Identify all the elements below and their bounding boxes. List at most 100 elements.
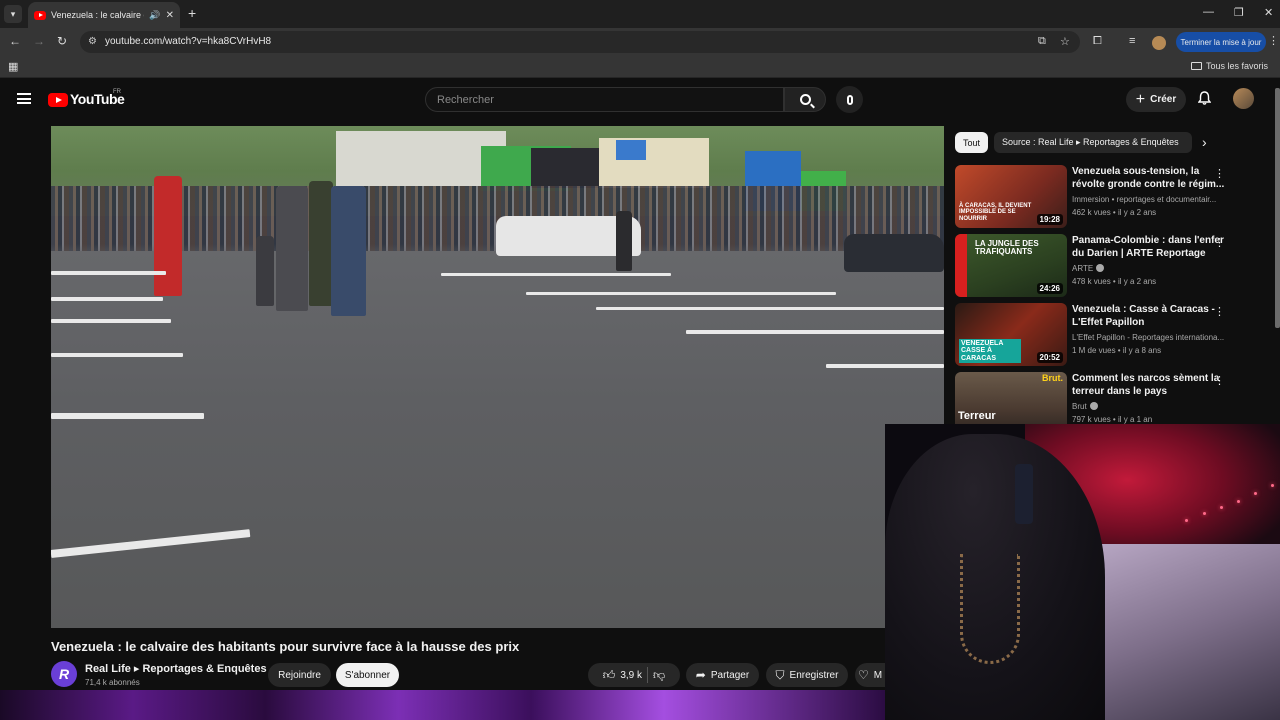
create-label: Créer	[1150, 94, 1177, 105]
thumbnail-caption: Terreur	[958, 410, 996, 422]
verified-icon	[1089, 402, 1098, 410]
like-count[interactable]: 3,9 k	[620, 670, 642, 681]
update-button[interactable]: Terminer la mise à jour	[1176, 32, 1266, 52]
recommendation-channel[interactable]: Brut	[1072, 402, 1228, 411]
channel-name[interactable]: Real Life ▸ Reportages & Enquêtes	[85, 662, 267, 675]
minimize-icon[interactable]: —	[1203, 6, 1214, 18]
youtube-favicon-icon	[34, 10, 46, 20]
more-options-icon[interactable]: ⋮	[1214, 236, 1225, 249]
tab-close-icon[interactable]: ✕	[166, 10, 174, 21]
video-frame-lane-marking	[51, 297, 163, 301]
account-avatar[interactable]	[1233, 88, 1254, 109]
microphone-icon	[846, 94, 853, 105]
video-frame-person	[256, 236, 274, 306]
recommendation-meta: 478 k vues • il y a 2 ans	[1072, 277, 1157, 286]
video-frame-lane-marking	[51, 319, 171, 323]
video-frame-person	[276, 186, 308, 311]
recommendation-title[interactable]: Panama-Colombie : dans l'enfer du Darien…	[1072, 234, 1228, 260]
video-frame-person	[331, 186, 366, 316]
search-input[interactable]: Rechercher	[425, 87, 784, 112]
subscribe-button[interactable]: S'abonner	[336, 663, 399, 687]
voice-search-button[interactable]	[836, 86, 863, 113]
more-label: M	[873, 669, 883, 681]
folder-icon	[1190, 62, 1202, 70]
site-info-icon[interactable]: ⚙	[88, 36, 97, 47]
recommendation-channel[interactable]: ARTE	[1072, 264, 1228, 273]
recommendation-thumbnail[interactable]: À CARACAS, IL DEVIENT IMPOSSIBLE DE SE N…	[955, 165, 1067, 228]
fairy-light	[1237, 500, 1240, 503]
browser-menu-icon[interactable]: ⋮	[1268, 34, 1279, 47]
recommendation-channel[interactable]: Immersion • reportages et documentair...	[1072, 195, 1228, 204]
channel-label: ARTE	[1072, 264, 1094, 273]
channel-label: Brut	[1072, 402, 1087, 411]
more-options-icon[interactable]: ⋮	[1214, 374, 1225, 387]
recommendation-title[interactable]: Venezuela sous-tension, la révolte grond…	[1072, 165, 1228, 191]
more-options-icon[interactable]: ⋮	[1214, 167, 1225, 180]
apps-grid-icon[interactable]: ▦	[8, 60, 18, 73]
search-placeholder: Rechercher	[437, 94, 494, 106]
recommendation-thumbnail[interactable]: VENEZUELA CASSE À CARACAS 20:52	[955, 303, 1067, 366]
dislike-icon[interactable]: 👎︎	[653, 668, 665, 683]
profile-avatar[interactable]	[1152, 36, 1166, 50]
recommendation-item[interactable]: VENEZUELA CASSE À CARACAS 20:52 Venezuel…	[955, 303, 1270, 367]
all-bookmarks-button[interactable]: Tous les favoris	[1190, 61, 1268, 71]
recommendation-item[interactable]: LA JUNGLE DES TRAFIQUANTS 24:26 Panama-C…	[955, 234, 1270, 298]
tab-audio-icon[interactable]: 🔊	[149, 10, 160, 21]
arte-logo-band	[955, 234, 967, 297]
channel-avatar[interactable]: R	[51, 661, 77, 687]
browser-toolbar: ← → ↻ ⚙ youtube.com/watch?v=hka8CVrHvH8 …	[0, 28, 1280, 56]
webcam-background-wall	[1085, 544, 1280, 720]
search-button[interactable]	[784, 87, 826, 112]
notifications-bell-icon[interactable]	[1198, 91, 1211, 105]
recommendation-thumbnail[interactable]: LA JUNGLE DES TRAFIQUANTS 24:26	[955, 234, 1067, 297]
create-button[interactable]: + Créer	[1126, 87, 1186, 112]
url-text[interactable]: youtube.com/watch?v=hka8CVrHvH8	[105, 36, 271, 47]
page-scrollbar[interactable]	[1275, 88, 1280, 328]
back-arrow-icon[interactable]: ←	[9, 34, 21, 48]
bookmark-star-icon[interactable]: ☆	[1060, 35, 1070, 48]
youtube-logo-icon[interactable]	[48, 93, 68, 107]
guide-menu-icon[interactable]	[17, 93, 31, 104]
thumbnail-caption: À CARACAS, IL DEVIENT IMPOSSIBLE DE SE N…	[959, 203, 1032, 222]
tab-title: Venezuela : le calvaire des ha	[51, 10, 144, 20]
address-bar[interactable]: ⚙ youtube.com/watch?v=hka8CVrHvH8 ⧉ ☆	[80, 31, 1080, 53]
extensions-icon[interactable]: ⧠	[1093, 35, 1102, 48]
recommendation-item[interactable]: À CARACAS, IL DEVIENT IMPOSSIBLE DE SE N…	[955, 165, 1270, 229]
install-app-icon[interactable]: ⧉	[1038, 35, 1046, 48]
restore-icon[interactable]: ❐	[1234, 6, 1244, 19]
video-frame-lane-marking	[51, 271, 166, 275]
recommendation-channel[interactable]: L'Effet Papillon - Reportages internatio…	[1072, 333, 1228, 342]
share-icon: ➦	[695, 668, 706, 682]
recommendation-title[interactable]: Comment les narcos sèment la terreur dan…	[1072, 372, 1228, 398]
video-player[interactable]	[51, 126, 944, 628]
like-icon[interactable]: 👍︎	[603, 668, 616, 683]
new-tab-button[interactable]: +	[188, 5, 196, 21]
close-window-icon[interactable]: ✕	[1264, 6, 1273, 19]
join-button[interactable]: Rejoindre	[268, 663, 331, 687]
fairy-light	[1203, 512, 1206, 515]
tab-search-button[interactable]: ▾	[4, 5, 22, 23]
webcam-overlay	[885, 424, 1280, 720]
save-label: Enregistrer	[789, 669, 839, 681]
reload-icon[interactable]: ↻	[57, 34, 67, 48]
video-frame-building	[531, 148, 601, 188]
save-button[interactable]: ⛉ Enregistrer	[766, 663, 848, 687]
video-duration: 24:26	[1036, 283, 1063, 294]
more-actions-button[interactable]: ♡ M	[855, 663, 885, 687]
chip-all[interactable]: Tout	[955, 132, 989, 153]
chip-source[interactable]: Source : Real Life ▸ Reportages & Enquêt…	[994, 132, 1192, 153]
share-button[interactable]: ➦ Partager	[686, 663, 759, 687]
plus-icon: +	[1135, 90, 1146, 108]
chevron-right-icon[interactable]: ›	[1202, 134, 1207, 150]
bookmarks-bar: ▦ Tous les favoris	[0, 56, 1280, 78]
recommendation-title[interactable]: Venezuela : Casse à Caracas - L'Effet Pa…	[1072, 303, 1228, 329]
video-duration: 19:28	[1036, 214, 1063, 225]
forward-arrow-icon[interactable]: →	[33, 34, 45, 48]
thumbnail-badge: Brut.	[1042, 373, 1063, 383]
more-options-icon[interactable]: ⋮	[1214, 305, 1225, 318]
video-frame-lane-marking	[686, 330, 944, 334]
video-frame-person	[616, 211, 632, 271]
video-frame-person	[154, 176, 182, 296]
browser-tab[interactable]: Venezuela : le calvaire des ha 🔊 ✕	[28, 2, 180, 28]
media-controls-icon[interactable]: ≡	[1129, 35, 1135, 47]
